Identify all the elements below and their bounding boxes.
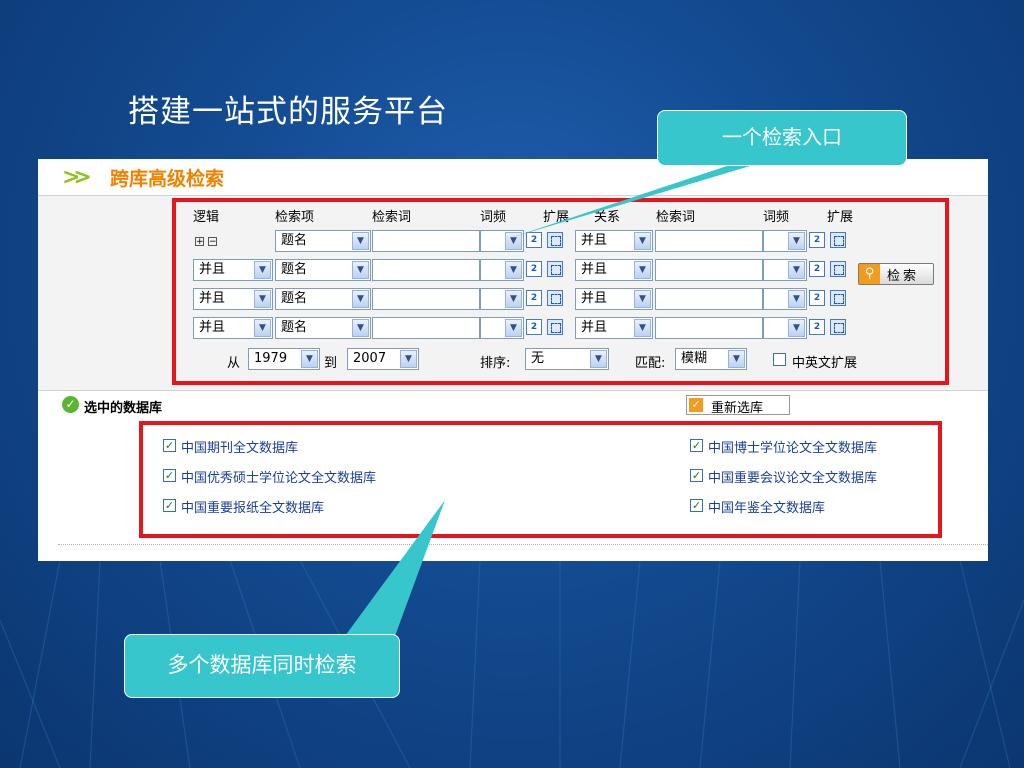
divider [58,544,988,545]
checkbox-icon: ✓ [689,398,703,412]
search-highlight-frame [172,198,949,385]
entry-callout: 一个检索入口 [657,110,907,166]
check-circle-icon: ✓ [62,396,79,413]
panel-title: 跨库高级检索 [110,168,225,190]
db-highlight-frame [139,421,942,538]
reselect-db-button[interactable]: ✓ 重新选库 [686,395,790,416]
double-arrow-icon: >> [62,165,92,190]
advanced-search-panel: >> 跨库高级检索 逻辑 检索项 检索词 词频 扩展 关系 检索词 词频 扩展 … [38,159,988,561]
multi-db-callout: 多个数据库同时检索 [124,634,400,698]
selected-db-title: 选中的数据库 [84,401,163,416]
slide-title: 搭建一站式的服务平台 [128,94,448,130]
